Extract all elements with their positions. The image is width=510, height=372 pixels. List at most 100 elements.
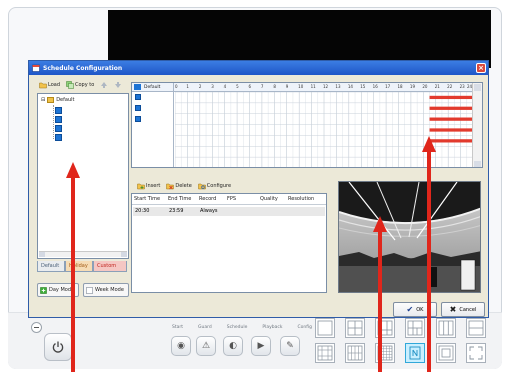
schedule-button[interactable]: ◐: [223, 336, 243, 356]
configure-label: Configure: [206, 183, 232, 189]
hour-tick-7: 7: [260, 84, 264, 89]
tree-root-node[interactable]: ⊟ Default: [41, 97, 74, 103]
schedule-block-3[interactable]: [429, 128, 473, 132]
insert-button[interactable]: Insert: [137, 181, 160, 191]
playback-button[interactable]: ▶: [251, 336, 271, 356]
hour-tick-4: 4: [223, 84, 227, 89]
configure-button[interactable]: Configure: [198, 181, 231, 191]
record-icon: ◉: [177, 341, 185, 351]
dialog-title-bar: Schedule Configuration ×: [29, 61, 488, 75]
start-label: Start: [172, 325, 183, 330]
hour-tick-10: 10: [298, 84, 304, 89]
annotation-arrow-right: [422, 136, 436, 372]
annotation-arrow-middle: [373, 216, 387, 372]
camera-channel-icon: [55, 134, 62, 141]
channel-icon: [135, 116, 141, 122]
tree-child-3[interactable]: [55, 125, 62, 132]
move-down-button[interactable]: [114, 80, 122, 90]
hour-tick-22: 22: [447, 84, 453, 89]
close-button[interactable]: ×: [476, 63, 486, 73]
layout-13-button[interactable]: [315, 343, 335, 363]
timeline-header: Default 0 1 2 3 4 5 6 7 8 9 10 11 12 13 14 15 16 17 18 19 20…: [132, 83, 482, 92]
x-icon: ✖: [449, 305, 457, 314]
layout-ten-icon: [468, 320, 484, 336]
folder-open-icon: [39, 82, 47, 89]
load-label: Load: [48, 82, 60, 88]
camera-preview: [338, 181, 481, 293]
tree-connector: [53, 105, 54, 139]
config-button[interactable]: ✎: [280, 336, 300, 356]
layout-16-button[interactable]: [345, 343, 365, 363]
move-up-button[interactable]: [100, 80, 108, 90]
col-record: Record: [199, 196, 217, 202]
start-button[interactable]: ◉: [171, 336, 191, 356]
schedule-block-0[interactable]: [429, 95, 473, 100]
week-mode-label: Week Mode: [95, 287, 124, 293]
layout-single-icon: [317, 320, 333, 336]
schedule-block-2[interactable]: [429, 117, 473, 121]
hour-tick-20: 20: [422, 84, 428, 89]
collapse-icon[interactable]: ⊟: [41, 97, 45, 103]
cell-start: 20:30: [135, 208, 150, 214]
fullscreen-button[interactable]: [466, 343, 486, 363]
checkbox-icon: [86, 286, 93, 294]
week-mode-button[interactable]: Week Mode: [83, 283, 129, 297]
hour-tick-18: 18: [397, 84, 403, 89]
timeline-channel-column: [132, 92, 174, 167]
layout-1-button[interactable]: [315, 318, 335, 338]
grid-icon: [134, 84, 141, 90]
col-start-time: Start Time: [134, 196, 161, 202]
annotation-arrow-left: [66, 162, 80, 372]
calendar-icon: [32, 64, 40, 72]
hour-tick-23: 23: [459, 84, 465, 89]
timeline-name-column: Default: [132, 83, 174, 92]
hour-tick-11: 11: [310, 84, 316, 89]
channel-icon: [135, 105, 141, 111]
hour-tick-3: 3: [211, 84, 214, 89]
timeline-column-label: Default: [144, 85, 161, 90]
guard-label: Guard: [198, 325, 212, 330]
arrow-down-icon: [115, 82, 122, 88]
copy-to-button[interactable]: Copy to: [66, 80, 94, 90]
layout-4-button[interactable]: [345, 318, 365, 338]
hour-tick-6: 6: [248, 84, 252, 89]
delete-icon: [166, 183, 175, 190]
cancel-button[interactable]: ✖ Cancel: [441, 302, 485, 317]
hour-tick-12: 12: [323, 84, 329, 89]
copy-label: Copy to: [75, 82, 95, 88]
minimize-panel-button[interactable]: [31, 322, 42, 333]
timeline-vertical-scrollbar[interactable]: [472, 83, 482, 167]
delete-button[interactable]: Delete: [166, 181, 192, 191]
schedule-label: Schedule: [226, 325, 248, 330]
camera-channel-icon: [55, 125, 62, 132]
tab-default[interactable]: Default: [37, 261, 65, 272]
schedule-icon: ◐: [229, 341, 237, 351]
record-schedule-table[interactable]: Start Time End Time Record FPS Quality R…: [131, 193, 327, 293]
config-label: Config: [297, 325, 312, 330]
cell-record: Always: [200, 208, 218, 214]
tree-child-1[interactable]: [55, 107, 62, 114]
hour-tick-16: 16: [372, 84, 378, 89]
load-button[interactable]: Load: [39, 80, 60, 90]
hour-tick-21: 21: [434, 84, 440, 89]
insert-label: Insert: [146, 183, 161, 189]
col-fps: FPS: [227, 196, 237, 202]
plus-icon: [40, 286, 47, 294]
record-toolbar: Insert Delete Configure: [137, 181, 231, 191]
arrow-up-icon: [101, 82, 108, 88]
desktop-stage: Start Guard Schedule Playback Config ◉ ⚠…: [0, 0, 510, 372]
hour-tick-2: 2: [198, 84, 202, 89]
camera-channel-icon: [55, 116, 62, 123]
schedule-block-1[interactable]: [429, 106, 473, 110]
cell-end: 23:59: [169, 208, 184, 214]
layout-10-button[interactable]: [466, 318, 486, 338]
tab-custom[interactable]: Custom: [93, 261, 127, 272]
dialog-title: Schedule Configuration: [43, 64, 123, 72]
table-row[interactable]: 20:30 23:59 Always: [133, 207, 325, 216]
col-resolution: Resolution: [288, 196, 315, 202]
hour-tick-14: 14: [347, 84, 353, 89]
wrench-icon: ✎: [286, 341, 294, 351]
guard-button[interactable]: ⚠: [196, 336, 216, 356]
tree-child-4[interactable]: [55, 134, 62, 141]
tree-child-2[interactable]: [55, 116, 62, 123]
